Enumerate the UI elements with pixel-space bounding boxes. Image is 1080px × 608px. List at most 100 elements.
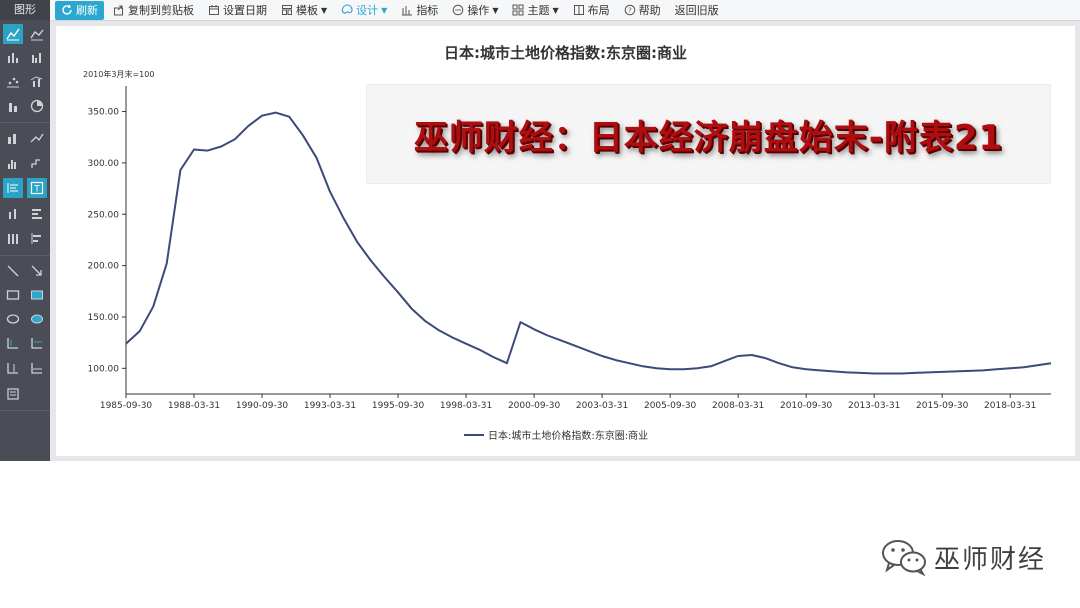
legend-label: 日本:城市土地价格指数:东京圈:商业: [488, 431, 649, 442]
x-tick-label: 1998-03-31: [440, 401, 492, 411]
theme-grid-icon: [512, 4, 524, 16]
y-tick-label: 150.00: [88, 313, 120, 323]
ellipse-icon[interactable]: [3, 309, 23, 329]
operation-label: 操作: [467, 4, 490, 17]
x-tick-label: 1990-09-30: [236, 401, 289, 411]
more-options-icon: [453, 4, 464, 16]
vertical-marker-icon[interactable]: [3, 358, 23, 378]
scatter-chart-icon[interactable]: [3, 71, 23, 91]
arrow-draw-icon[interactable]: [27, 261, 47, 281]
x-tick-label: 2005-09-30: [644, 401, 697, 411]
area-line-icon[interactable]: [27, 24, 47, 44]
chevron-down-icon: ▼: [552, 5, 559, 15]
back-to-old-version-button[interactable]: 返回旧版: [670, 1, 724, 20]
svg-text:?: ?: [628, 7, 632, 15]
x-tick-label: 1995-09-30: [372, 401, 425, 411]
x-tick-label: 2015-09-30: [916, 401, 969, 411]
x-tick-label: 2008-03-31: [712, 401, 764, 411]
copy-to-clipboard-button[interactable]: 复制到剪贴板: [108, 1, 199, 20]
export-icon: [114, 5, 123, 16]
filled-rectangle-icon[interactable]: [27, 285, 47, 305]
overlay-banner: 巫师财经：日本经济崩盘始末-附表21: [366, 84, 1051, 184]
theme-dropdown[interactable]: 主题 ▼: [507, 1, 563, 20]
grouped-bar-icon[interactable]: [27, 47, 47, 67]
layout-icon: [573, 5, 584, 15]
chevron-down-icon: ▼: [321, 5, 328, 15]
note-icon[interactable]: [3, 384, 23, 404]
histogram-icon[interactable]: [3, 153, 23, 173]
help-label: 帮助: [638, 4, 661, 17]
top-toolbar: 刷新 复制到剪贴板 设置日期 模板 ▼ 设计 ▼ 指标 操作 ▼ 主题 ▼ 布局…: [50, 0, 1080, 21]
x-tick-label: 2003-03-31: [576, 401, 628, 411]
x-tick-label: 1985-09-30: [100, 401, 153, 411]
refresh-label: 刷新: [76, 4, 98, 17]
horizontal-marker-icon[interactable]: [27, 358, 47, 378]
theme-label: 主题: [527, 4, 550, 17]
column-chart-icon[interactable]: [3, 96, 23, 116]
y-tick-label: 250.00: [88, 210, 120, 220]
multi-axis-icon[interactable]: [3, 178, 23, 198]
help-icon: ?: [624, 4, 635, 16]
x-axis-ticks: 1985-09-30 1988-03-31 1990-09-30 1993-03-31…: [100, 394, 1036, 411]
indicator-label: 指标: [416, 4, 439, 17]
design-label: 设计: [356, 4, 379, 17]
y-axis-ticks: 100.00 150.00 200.00 250.00 300.00 350.00: [88, 108, 126, 374]
wechat-watermark: 巫师财经: [880, 537, 1046, 577]
x-tick-label: 2000-09-30: [508, 401, 561, 411]
y-tick-label: 200.00: [88, 262, 120, 272]
x-tick-label: 1988-03-31: [168, 401, 220, 411]
text-box-icon[interactable]: T: [27, 178, 47, 198]
chart-panel: 100.00 150.00 200.00 250.00 300.00 350.00 198…: [56, 26, 1075, 456]
template-label: 模板: [296, 4, 318, 17]
template-icon: [282, 5, 292, 15]
bar-line-icon[interactable]: [3, 203, 23, 223]
gantt-icon[interactable]: [27, 228, 47, 248]
chevron-down-icon: ▼: [492, 5, 499, 15]
axis-band-icon[interactable]: [27, 333, 47, 353]
stacked-bar-icon[interactable]: [3, 128, 23, 148]
app-window: 图形 T 刷新 复制到剪贴板 设置日期 模板 ▼ 设计 ▼ 指标 操作 ▼ 主题…: [0, 0, 1080, 608]
layout-label: 布局: [587, 4, 610, 17]
help-button[interactable]: ? 帮助: [619, 1, 666, 20]
y-tick-label: 300.00: [88, 159, 120, 169]
wechat-icon: [882, 540, 926, 577]
chart-frame: 100.00 150.00 200.00 250.00 300.00 350.00 198…: [50, 21, 1080, 461]
design-dropdown[interactable]: 设计 ▼: [336, 1, 392, 20]
waterfall-icon[interactable]: [3, 228, 23, 248]
legend-swatch: [464, 433, 484, 436]
combo-chart-icon[interactable]: [27, 71, 47, 91]
step-chart-icon[interactable]: [27, 153, 47, 173]
layout-button[interactable]: 布局: [568, 1, 615, 20]
line-draw-icon[interactable]: [3, 261, 23, 281]
chart-type-sidebar: 图形 T: [0, 0, 50, 461]
set-date-label: 设置日期: [223, 4, 267, 17]
rectangle-icon[interactable]: [3, 285, 23, 305]
y-axis-unit-label: 2010年3月末=100: [83, 70, 155, 79]
design-icon: [341, 4, 353, 14]
chart-legend[interactable]: 日本:城市土地价格指数:东京圈:商业: [464, 427, 648, 442]
axis-line-icon[interactable]: [3, 333, 23, 353]
filled-ellipse-icon[interactable]: [27, 309, 47, 329]
line-chart-icon[interactable]: [3, 24, 23, 44]
x-tick-label: 1993-03-31: [304, 401, 356, 411]
back-label: 返回旧版: [674, 4, 719, 17]
bar-chart-icon[interactable]: [3, 47, 23, 67]
trend-chart-icon[interactable]: [27, 128, 47, 148]
pie-chart-icon[interactable]: [27, 96, 47, 116]
operation-dropdown[interactable]: 操作 ▼: [447, 1, 503, 20]
template-dropdown[interactable]: 模板 ▼: [276, 1, 332, 20]
chart-title: 日本:城市土地价格指数:东京圈:商业: [444, 44, 687, 62]
horizontal-bar-icon[interactable]: [27, 203, 47, 223]
set-date-button[interactable]: 设置日期: [203, 1, 272, 20]
refresh-button[interactable]: 刷新: [55, 0, 104, 20]
svg-text:T: T: [33, 185, 40, 195]
indicator-button[interactable]: 指标: [396, 1, 443, 20]
refresh-icon: [62, 4, 72, 15]
calendar-icon: [209, 5, 219, 15]
y-tick-label: 100.00: [88, 364, 120, 374]
watermark-text: 巫师财经: [934, 544, 1047, 575]
x-tick-label: 2013-03-31: [848, 401, 900, 411]
x-tick-label: 2018-03-31: [984, 401, 1036, 411]
sidebar-title: 图形: [0, 0, 50, 20]
banner-text: 巫师财经：日本经济崩盘始末-附表21: [413, 117, 1004, 158]
